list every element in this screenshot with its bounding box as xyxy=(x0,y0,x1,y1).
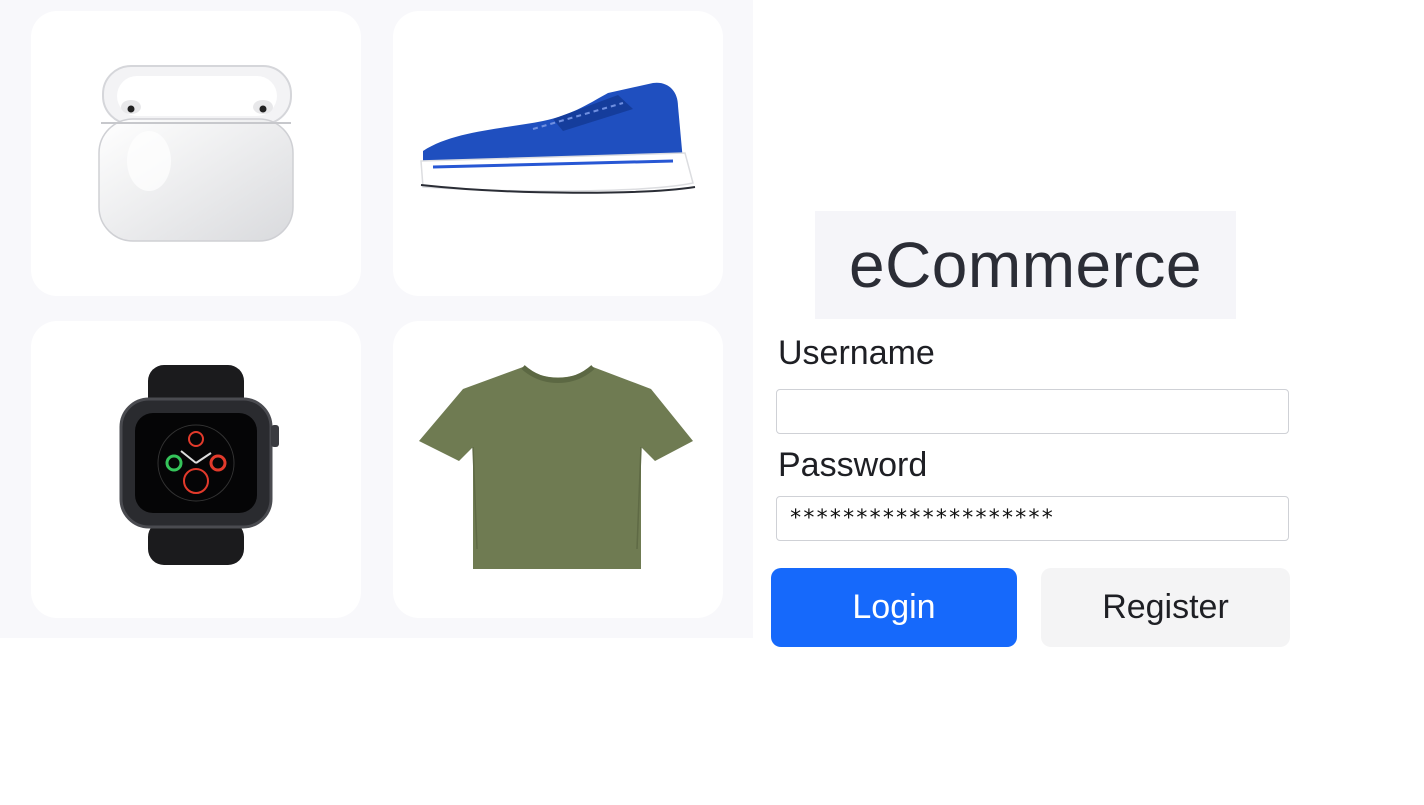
product-card-airpods[interactable] xyxy=(31,11,361,296)
product-gallery xyxy=(0,0,753,638)
airpods-icon xyxy=(98,65,294,242)
register-button[interactable]: Register xyxy=(1041,568,1290,647)
smartwatch-icon xyxy=(119,365,279,565)
brand-title: eCommerce xyxy=(848,229,1203,301)
product-card-smartwatch[interactable] xyxy=(31,321,361,618)
brand-header: eCommerce xyxy=(815,211,1236,319)
username-input[interactable] xyxy=(776,389,1289,434)
username-label: Username xyxy=(778,334,935,372)
product-card-tshirt[interactable] xyxy=(393,321,723,618)
tshirt-icon xyxy=(419,365,693,569)
password-label: Password xyxy=(778,446,928,484)
login-button[interactable]: Login xyxy=(771,568,1017,647)
password-input[interactable] xyxy=(776,496,1289,541)
sneaker-icon xyxy=(420,82,696,194)
product-card-sneaker[interactable] xyxy=(393,11,723,296)
